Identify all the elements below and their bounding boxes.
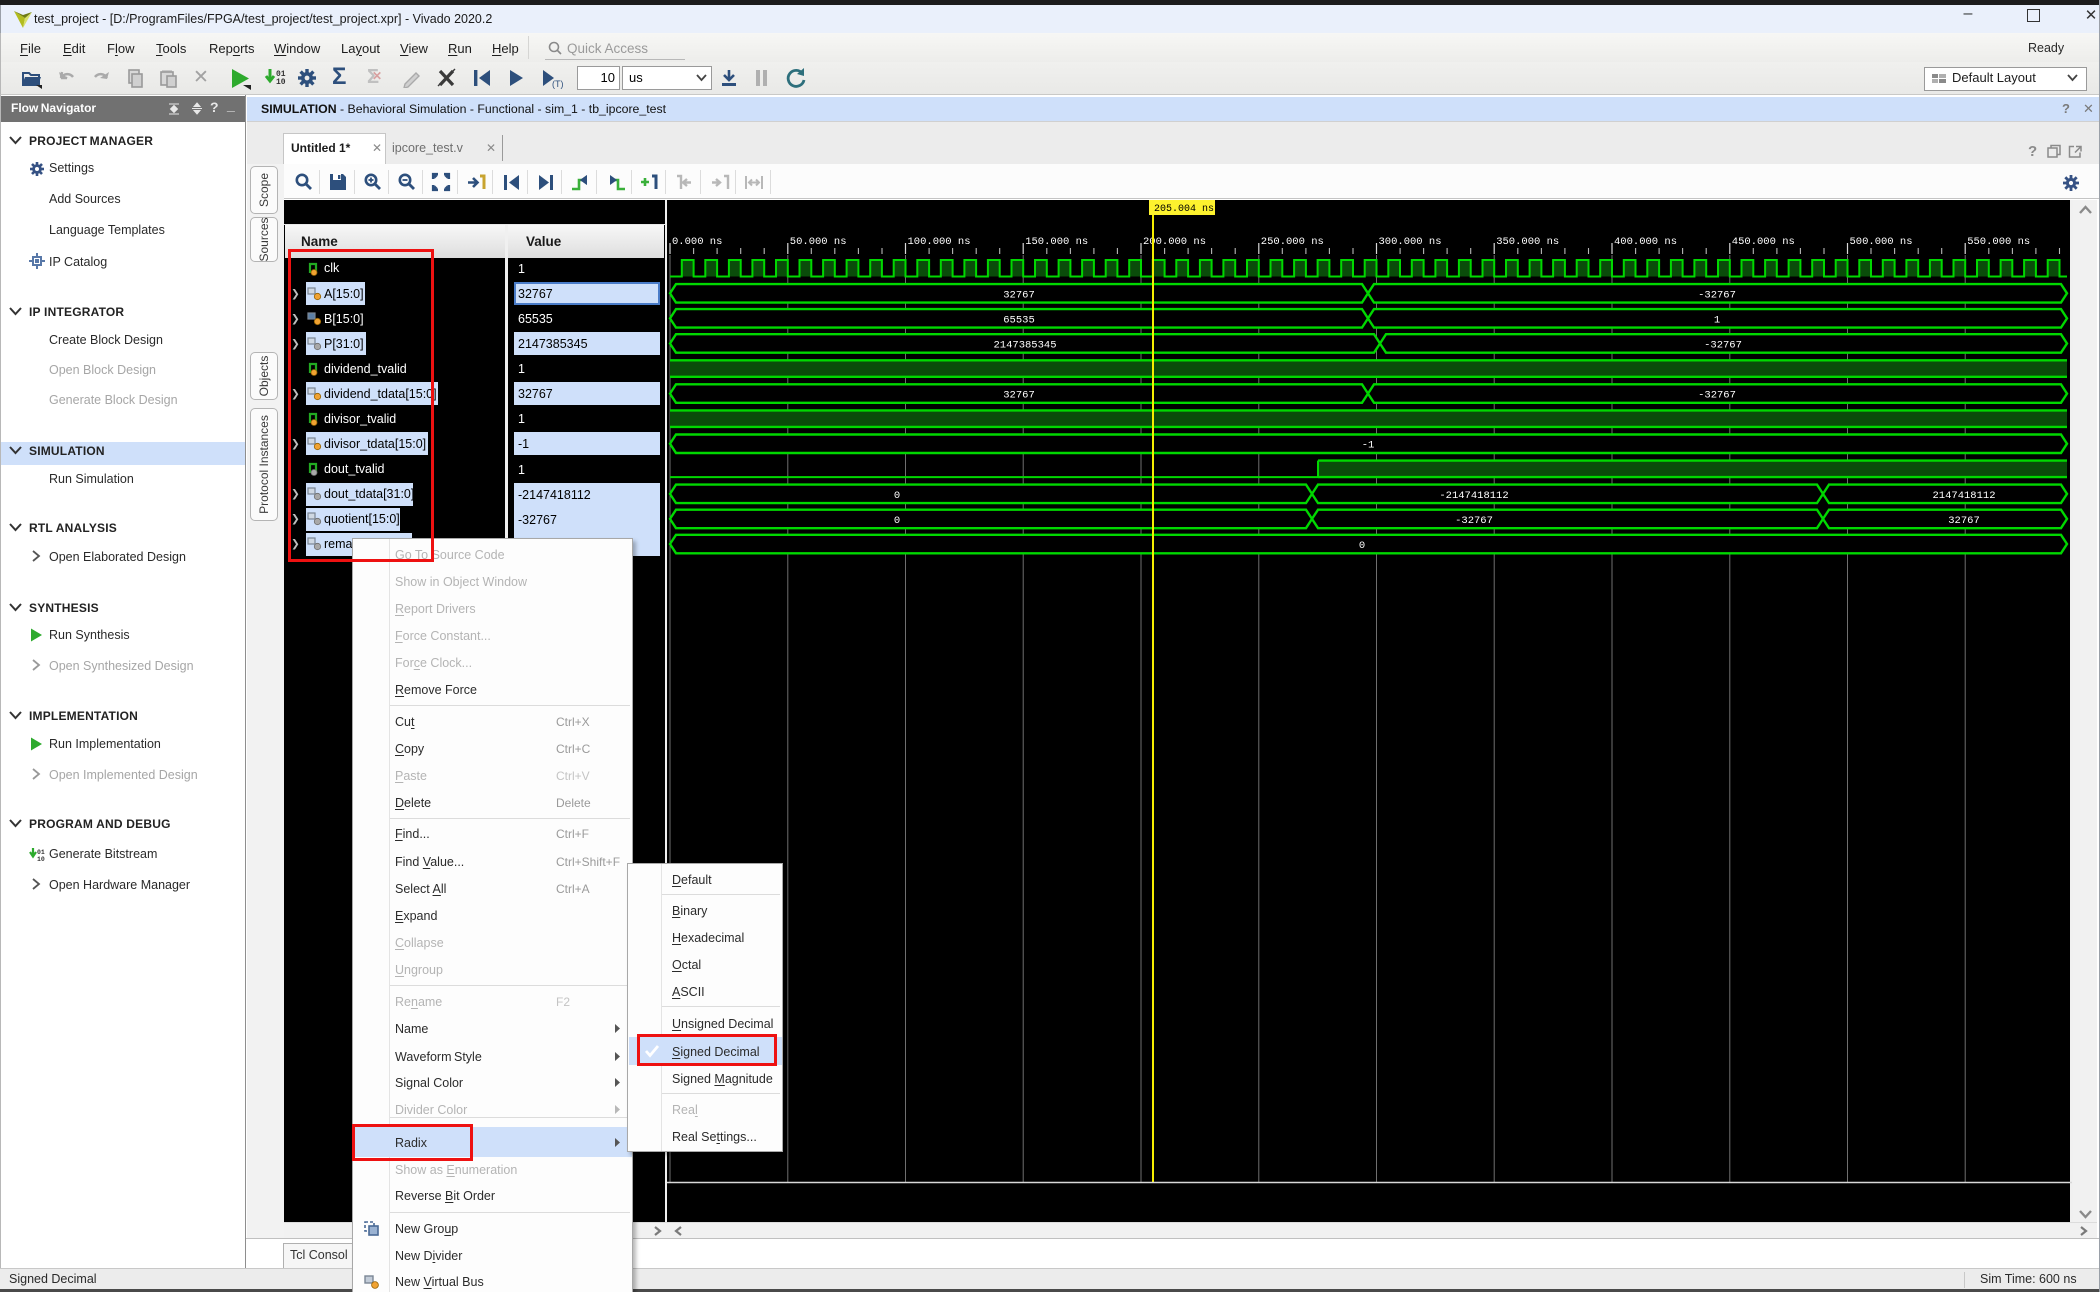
svg-text:450.000 ns: 450.000 ns [1732, 236, 1795, 248]
svg-text:32767: 32767 [1003, 289, 1035, 301]
svg-text:-1: -1 [1362, 440, 1375, 452]
svg-text:2147418112: 2147418112 [1932, 490, 1995, 502]
svg-text:350.000 ns: 350.000 ns [1496, 236, 1559, 248]
svg-text:01: 01 [37, 849, 45, 856]
svg-text:-32767: -32767 [1698, 289, 1736, 301]
svg-text:205.004 ns: 205.004 ns [1154, 204, 1214, 215]
svg-text:32767: 32767 [1003, 390, 1035, 402]
svg-text:-32767: -32767 [1698, 390, 1736, 402]
svg-text:500.000 ns: 500.000 ns [1850, 236, 1913, 248]
svg-text:1: 1 [1714, 314, 1720, 326]
svg-text:Sources: Sources [257, 217, 271, 261]
svg-text:-2147418112: -2147418112 [1439, 490, 1508, 502]
svg-text:Protocol Instances: Protocol Instances [257, 415, 271, 514]
svg-text:65535: 65535 [1003, 314, 1035, 326]
svg-text:Scope: Scope [257, 173, 271, 207]
svg-text:-32767: -32767 [1455, 515, 1493, 527]
svg-text:2147385345: 2147385345 [993, 340, 1056, 352]
svg-text:100.000 ns: 100.000 ns [908, 236, 971, 248]
svg-text:550.000 ns: 550.000 ns [1967, 236, 2030, 248]
svg-text:150.000 ns: 150.000 ns [1025, 236, 1088, 248]
svg-text:32767: 32767 [1948, 515, 1980, 527]
svg-text:0: 0 [894, 490, 900, 502]
svg-text:50.000 ns: 50.000 ns [790, 236, 847, 248]
svg-text:0.000 ns: 0.000 ns [672, 236, 722, 248]
svg-text:0: 0 [894, 515, 900, 527]
svg-text:Objects: Objects [257, 356, 271, 397]
svg-text:0: 0 [1359, 540, 1365, 552]
svg-text:10: 10 [37, 856, 45, 862]
svg-text:10: 10 [276, 78, 286, 87]
svg-text:400.000 ns: 400.000 ns [1614, 236, 1677, 248]
svg-text:(T): (T) [552, 79, 564, 89]
svg-text:-32767: -32767 [1704, 340, 1742, 352]
svg-text:250.000 ns: 250.000 ns [1261, 236, 1324, 248]
svg-text:300.000 ns: 300.000 ns [1379, 236, 1442, 248]
